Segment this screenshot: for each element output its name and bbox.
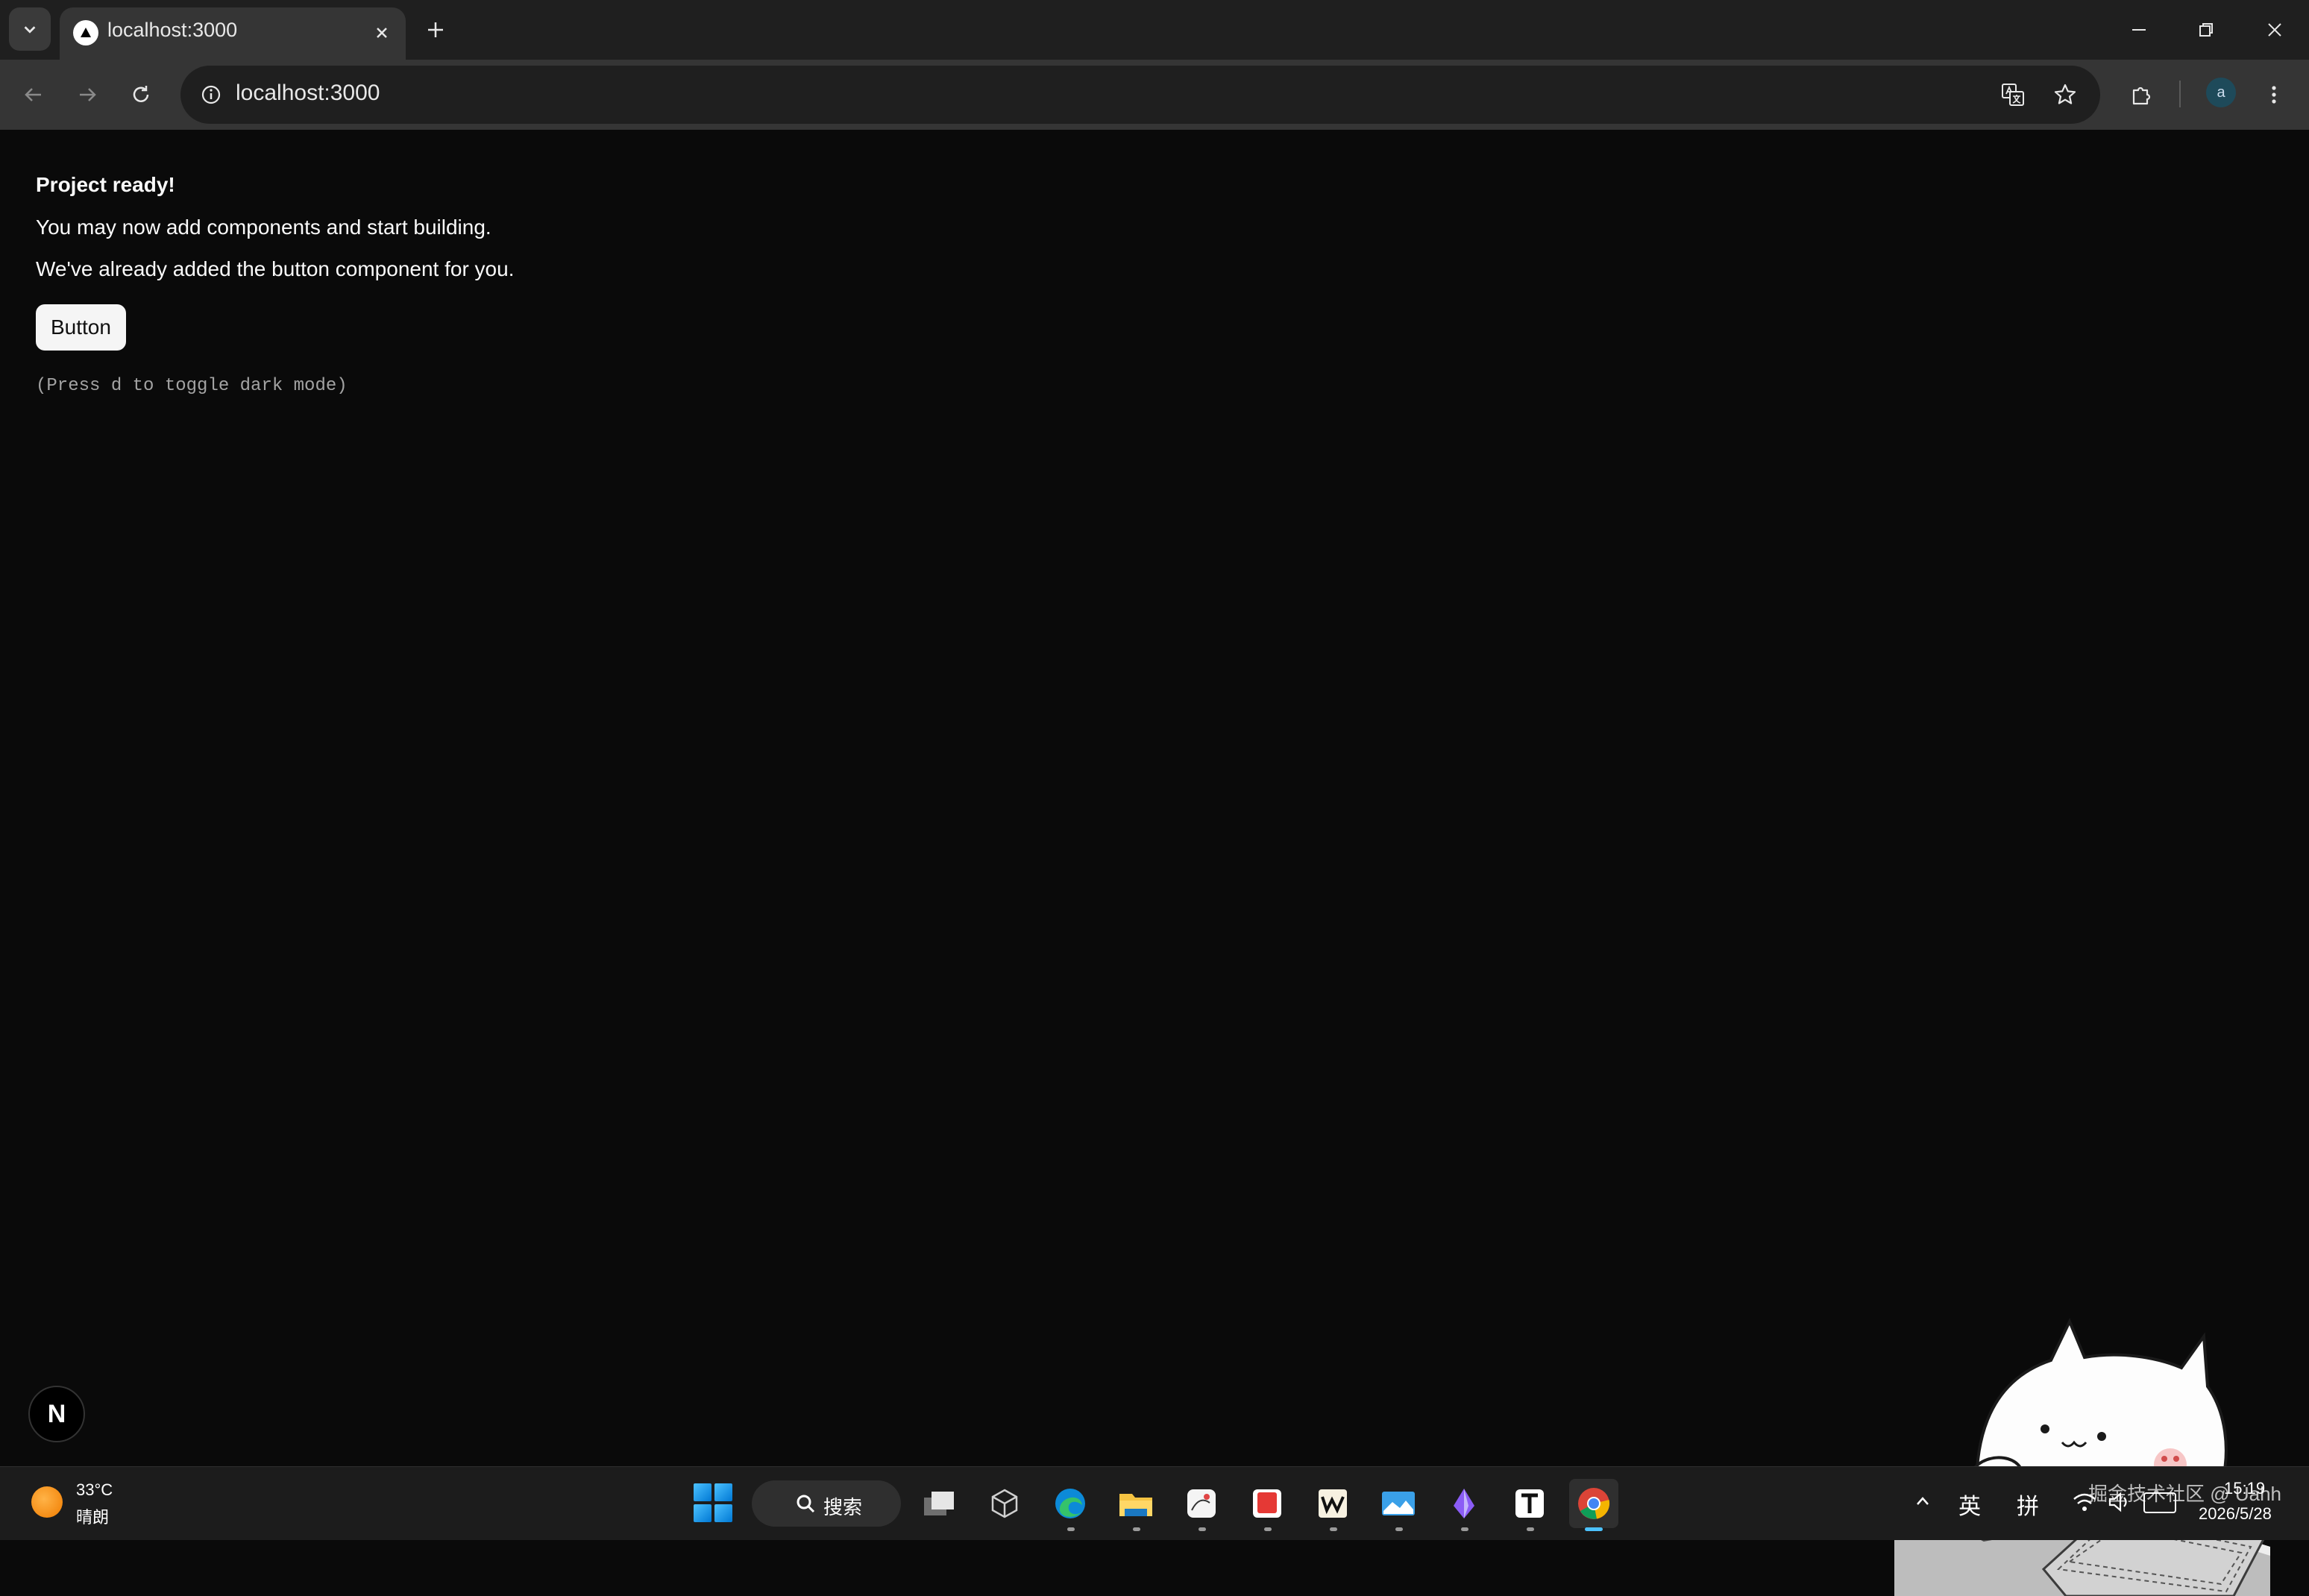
browser-toolbar: localhost:3000 a xyxy=(0,60,2309,130)
tab-close-icon[interactable] xyxy=(368,19,395,46)
red-app-icon[interactable] xyxy=(1243,1479,1292,1531)
browser-tab[interactable]: localhost:3000 xyxy=(60,7,406,60)
back-arrow-icon[interactable] xyxy=(13,75,54,115)
url-text[interactable]: localhost:3000 xyxy=(236,81,380,106)
file-explorer-icon[interactable] xyxy=(1111,1479,1160,1531)
writer-app-icon[interactable] xyxy=(1308,1479,1357,1531)
windows-taskbar: 33°C 晴朗 搜索 英 拼 15:19 2026/5/28 掘金技术社区 @ … xyxy=(0,1466,2309,1540)
reload-icon[interactable] xyxy=(121,75,161,115)
search-icon xyxy=(797,1495,815,1513)
photos-app-icon[interactable] xyxy=(1374,1479,1423,1531)
watermark-text: 掘金技术社区 @ Uahh xyxy=(2088,1483,2281,1505)
purple-app-icon[interactable] xyxy=(1439,1479,1489,1531)
extensions-puzzle-icon[interactable] xyxy=(2121,75,2161,115)
search-label: 搜索 xyxy=(823,1496,863,1518)
ime-language-indicator[interactable]: 英 xyxy=(1958,1488,1981,1521)
sun-weather-icon[interactable] xyxy=(31,1486,63,1518)
info-text: We've already added the button component… xyxy=(36,257,515,280)
profile-avatar[interactable]: a xyxy=(2206,78,2236,107)
intro-text: You may now add components and start bui… xyxy=(36,216,491,239)
ime-mode-indicator[interactable]: 拼 xyxy=(2017,1488,2039,1521)
demo-button[interactable]: Button xyxy=(36,304,126,351)
weather-description[interactable]: 晴朗 xyxy=(76,1504,109,1528)
windows-start-icon[interactable] xyxy=(694,1483,732,1522)
notes-app-icon[interactable] xyxy=(1177,1479,1226,1531)
nextjs-dev-tools-button[interactable]: N xyxy=(28,1386,85,1442)
close-window-icon[interactable] xyxy=(2251,10,2299,49)
page-heading: Project ready! xyxy=(36,173,175,196)
edge-browser-icon[interactable] xyxy=(1046,1479,1095,1531)
translate-icon[interactable] xyxy=(1993,75,2033,115)
tab-search-button[interactable] xyxy=(9,7,51,51)
typora-icon[interactable] xyxy=(1505,1479,1554,1531)
tray-overflow-chevron-icon[interactable] xyxy=(1911,1489,1935,1513)
taskbar-search-button[interactable]: 搜索 xyxy=(752,1480,901,1527)
new-tab-plus-icon[interactable] xyxy=(421,15,450,45)
minimize-icon[interactable] xyxy=(2115,10,2163,49)
task-view-icon[interactable] xyxy=(914,1479,964,1528)
clock-date[interactable]: 2026/5/28 xyxy=(2199,1504,2272,1524)
3d-box-app-icon[interactable] xyxy=(980,1479,1029,1528)
bongo-cat-image xyxy=(1894,1318,2270,1596)
more-menu-icon[interactable] xyxy=(2254,75,2294,115)
forward-arrow-icon[interactable] xyxy=(67,75,107,115)
restore-icon[interactable] xyxy=(2182,10,2230,49)
tab-title: localhost:3000 xyxy=(107,19,238,41)
address-bar[interactable]: localhost:3000 xyxy=(180,66,2100,124)
browser-title-bar: localhost:3000 xyxy=(0,0,2309,60)
site-info-icon[interactable] xyxy=(191,75,231,115)
page-content: Project ready! You may now add component… xyxy=(0,130,2309,1596)
toolbar-divider xyxy=(2179,81,2181,107)
chrome-icon[interactable] xyxy=(1569,1479,1618,1531)
nextjs-favicon-icon xyxy=(73,20,98,45)
weather-temperature[interactable]: 33°C xyxy=(76,1480,113,1500)
chevron-down-icon xyxy=(24,26,36,34)
bookmark-star-icon[interactable] xyxy=(2045,75,2085,115)
dark-mode-hint: (Press d to toggle dark mode) xyxy=(36,376,348,396)
